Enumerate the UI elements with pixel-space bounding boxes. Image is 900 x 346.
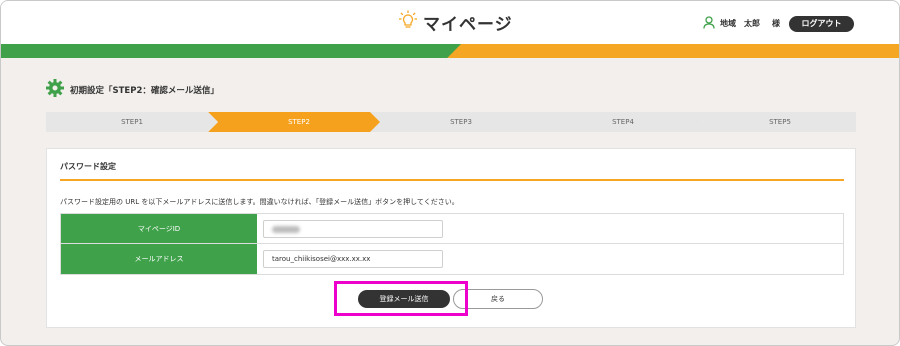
header: マイページ 地域 太郎 様 ログアウト [1,1,899,44]
page-title-text: 初期設定「STEP2：確認メール送信」 [70,86,219,96]
card-title: パスワード設定 [60,162,116,171]
logout-button[interactable]: ログアウト [789,15,854,32]
step-label: STEP2 [288,118,310,126]
form-table: マイページID メールアドレス tarou_chiikisosei@xxx.xx… [60,213,844,275]
page-title: 初期設定「STEP2：確認メール送信」 [46,79,219,101]
blurred-id [272,226,300,233]
card-title-divider [60,179,844,181]
user-suffix: 様 [772,19,780,28]
form-row-mypage-id: マイページID [61,214,843,244]
email-cell: tarou_chiikisosei@xxx.xx.xx [257,244,843,274]
step-label: STEP5 [769,118,791,126]
gear-icon [46,79,64,101]
step-4: STEP4 [532,112,704,132]
step-5: STEP5 [694,112,856,132]
lightbulb-icon [399,10,417,34]
user-name: 地域 太郎 [720,19,760,28]
email-field[interactable]: tarou_chiikisosei@xxx.xx.xx [263,250,443,268]
header-color-bar [1,44,899,58]
user-area: 地域 太郎 様 ログアウト [703,14,854,33]
step-label: STEP3 [450,118,472,126]
header-color-bar-green [1,44,461,58]
highlight-box [334,281,468,316]
instruction-text: パスワード設定用の URL を以下メールアドレスに送信します。間違いなければ、「… [60,198,459,206]
step-3: STEP3 [370,112,542,132]
logo[interactable]: マイページ [399,10,513,35]
logo-text: マイページ [423,14,513,35]
step-2: STEP2 [208,112,380,132]
mypage-id-cell [257,214,843,243]
step-label: STEP1 [121,118,143,126]
email-label: メールアドレス [61,244,257,274]
step-label: STEP4 [612,118,634,126]
step-progress: STEP1 STEP2 STEP3 STEP4 STEP5 [46,112,856,132]
form-row-email: メールアドレス tarou_chiikisosei@xxx.xx.xx [61,244,843,274]
step-1: STEP1 [46,112,218,132]
mypage-id-label: マイページID [61,214,257,243]
user-icon [703,14,715,33]
browser-frame: マイページ 地域 太郎 様 ログアウト 初期設定「STEP2：確認メール送信」 … [0,0,900,346]
mypage-id-field[interactable] [263,220,443,238]
